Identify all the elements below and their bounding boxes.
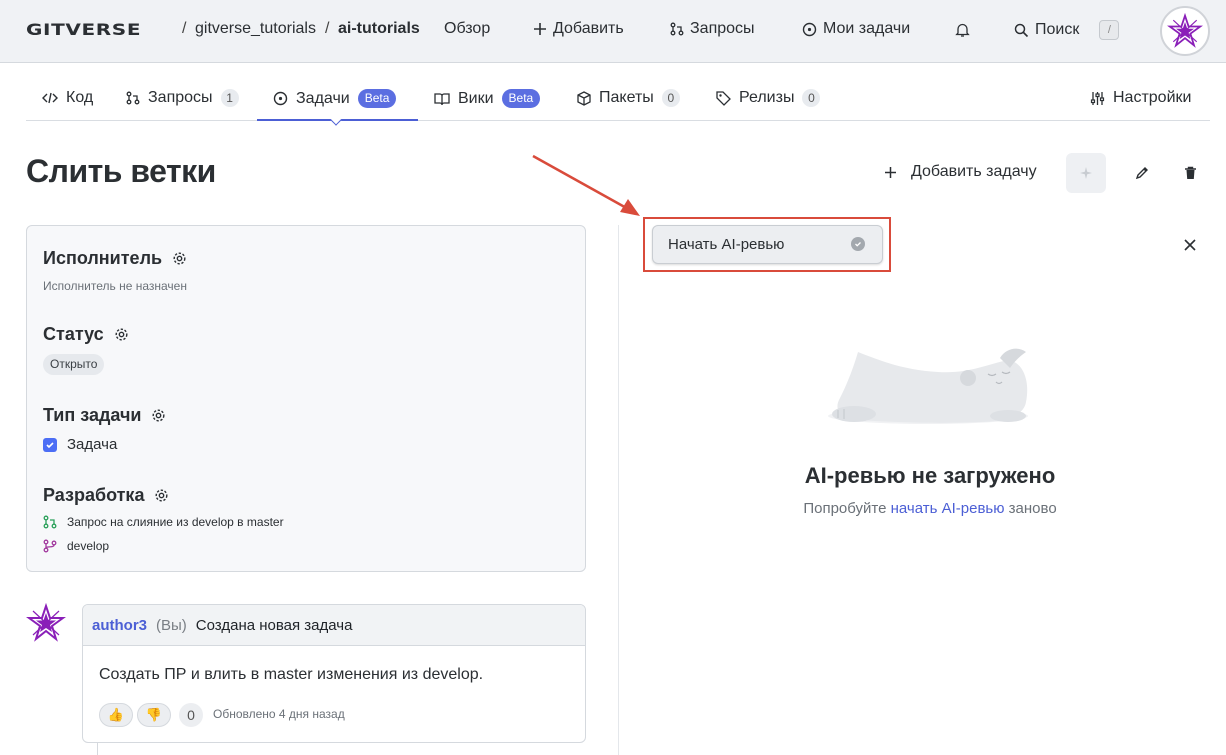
reaction-count: 0 [179, 703, 203, 727]
sleeping-dog-illustration [828, 348, 1028, 424]
close-icon[interactable] [1180, 235, 1200, 255]
development-section-title: Разработка [43, 485, 169, 506]
pull-request-icon [43, 515, 57, 529]
checkbox-checked-icon [43, 437, 57, 452]
check-circle-icon [851, 237, 865, 251]
task-type-item: Задача [43, 436, 117, 453]
status-badge: Открыто [43, 354, 105, 375]
thumbs-down-reaction-button[interactable]: 👎 [137, 703, 171, 727]
assignee-value: Исполнитель не назначен [43, 279, 187, 293]
issue-details-panel: Исполнитель Исполнитель не назначен Стат… [26, 225, 586, 572]
comment-action: Создана новая задача [195, 616, 353, 634]
restart-ai-review-link[interactable]: начать AI-ревью [891, 500, 1005, 517]
branch-icon [43, 539, 57, 553]
comment-author[interactable]: author3 [92, 617, 147, 634]
comment-body: Создать ПР и влить в master изменения из… [99, 666, 484, 683]
merge-request-link[interactable]: Запрос на слияние из develop в master [43, 515, 284, 529]
branch-link[interactable]: develop [43, 539, 109, 553]
comment-updated-time: Обновлено 4 дня назад [213, 707, 345, 721]
gear-icon[interactable] [151, 408, 166, 423]
empty-state-title: AI-ревью не загружено [804, 463, 1056, 488]
timeline-line [97, 743, 98, 755]
thumbs-up-reaction-button[interactable]: 👍 [99, 703, 133, 727]
comment-card: author3 (Вы) Создана новая задача Создат… [82, 604, 586, 743]
comment-author-avatar[interactable] [26, 603, 66, 643]
type-section-title: Тип задачи [43, 405, 166, 426]
empty-state-subtitle: Попробуйте начать AI-ревью заново [803, 500, 1057, 517]
gear-icon[interactable] [172, 251, 187, 266]
comment-header: author3 (Вы) Создана новая задача [83, 605, 585, 646]
comment-you-label: (Вы) [156, 616, 187, 634]
gear-icon[interactable] [154, 488, 169, 503]
thumbs-up-icon: 👍 [107, 707, 125, 722]
gear-icon[interactable] [114, 327, 129, 342]
start-ai-review-button[interactable]: Начать AI-ревью [652, 225, 883, 264]
assignee-section-title: Исполнитель [43, 248, 187, 269]
thumbs-down-icon: 👎 [145, 707, 163, 722]
column-divider [618, 225, 619, 755]
status-section-title: Статус [43, 324, 129, 345]
